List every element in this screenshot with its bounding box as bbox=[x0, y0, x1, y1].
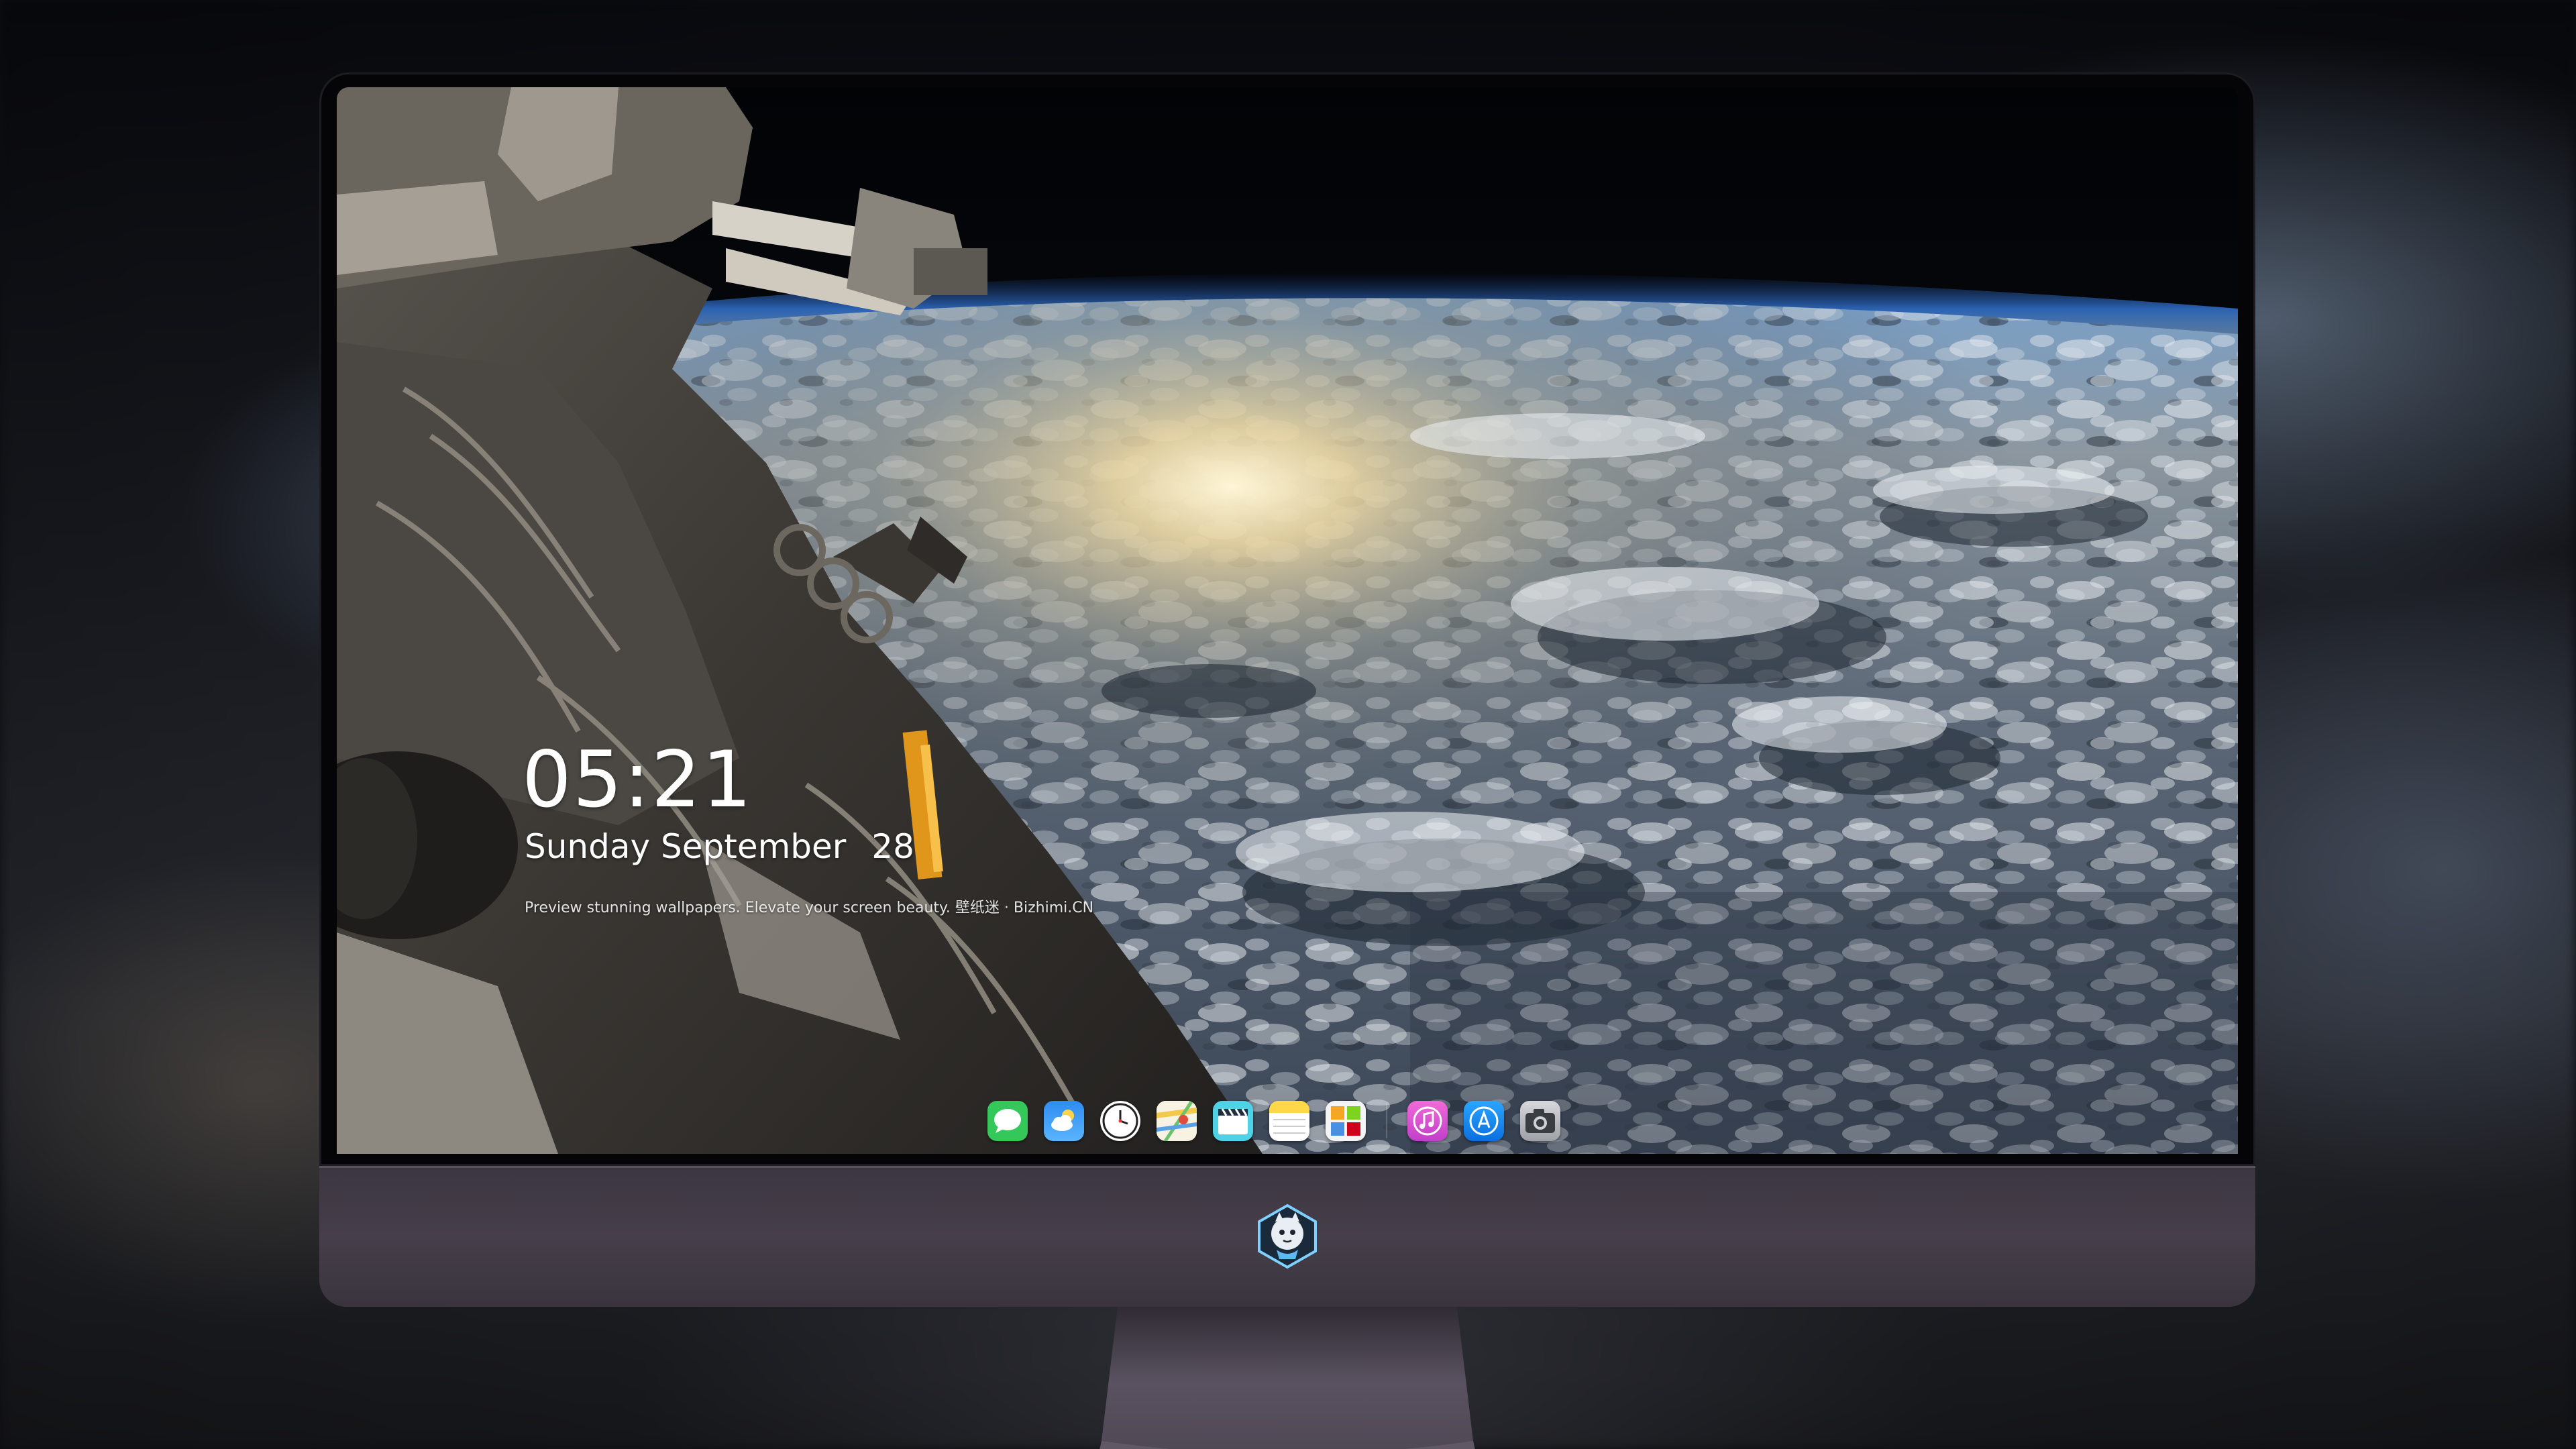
space-station-foreground bbox=[337, 87, 1263, 1154]
lockscreen-month: September bbox=[661, 827, 847, 866]
lockscreen-tagline: Preview stunning wallpapers. Elevate you… bbox=[525, 900, 1094, 916]
camera-icon[interactable] bbox=[1520, 1101, 1560, 1141]
clapperboard-icon[interactable] bbox=[1213, 1101, 1253, 1141]
lockscreen-day: 28 bbox=[871, 827, 914, 866]
desktop-stage: 05:21 Sunday September 28 Preview stunni… bbox=[0, 0, 2576, 1449]
monitor-bezel: 05:21 Sunday September 28 Preview stunni… bbox=[319, 72, 2255, 1166]
mascot-logo-icon bbox=[1258, 1203, 1317, 1269]
lockscreen-date: Sunday September 28 bbox=[525, 830, 914, 863]
dock-separator bbox=[1386, 1104, 1387, 1138]
clock-icon[interactable] bbox=[1100, 1101, 1140, 1141]
notes-icon[interactable] bbox=[1269, 1101, 1309, 1141]
photos-icon[interactable] bbox=[1326, 1101, 1366, 1141]
monitor-stand bbox=[1099, 1307, 1475, 1449]
lockscreen-time: 05:21 bbox=[522, 735, 753, 825]
app-store-icon[interactable] bbox=[1464, 1101, 1504, 1141]
lockscreen-weekday: Sunday bbox=[525, 827, 651, 866]
monitor: 05:21 Sunday September 28 Preview stunni… bbox=[319, 72, 2255, 1449]
messages-icon[interactable] bbox=[987, 1101, 1028, 1141]
monitor-screen[interactable]: 05:21 Sunday September 28 Preview stunni… bbox=[337, 87, 2238, 1154]
maps-icon[interactable] bbox=[1157, 1101, 1197, 1141]
weather-icon[interactable] bbox=[1044, 1101, 1084, 1141]
dock bbox=[987, 1095, 1576, 1147]
music-icon[interactable] bbox=[1407, 1101, 1448, 1141]
